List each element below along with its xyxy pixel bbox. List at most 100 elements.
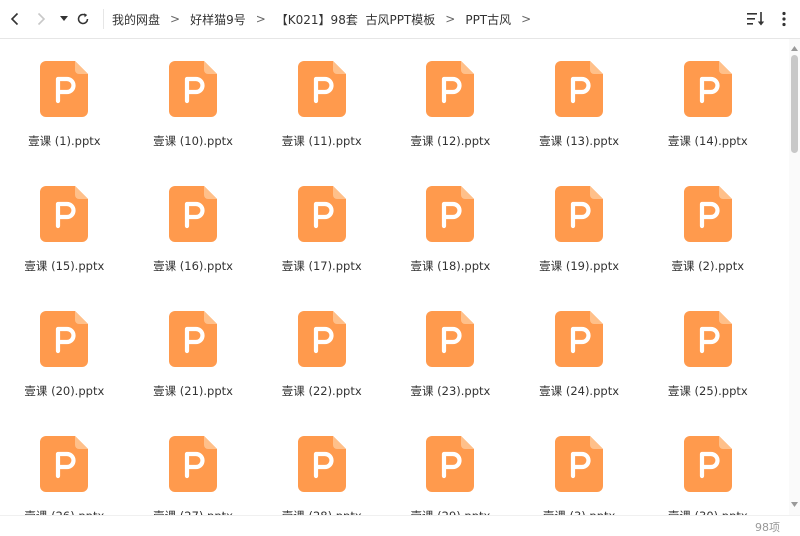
pptx-file-icon xyxy=(555,61,604,117)
pptx-file-icon xyxy=(426,61,475,117)
pptx-file-icon xyxy=(169,186,218,242)
file-name: 壹课 (1).pptx xyxy=(28,134,101,148)
file-name: 壹课 (25).pptx xyxy=(667,384,748,398)
file-item[interactable]: 壹课 (26).pptx xyxy=(0,414,129,515)
caret-down-icon xyxy=(60,16,68,21)
pptx-file-icon xyxy=(297,186,346,242)
file-item[interactable]: 壹课 (22).pptx xyxy=(257,289,386,414)
item-count: 98项 xyxy=(755,521,780,534)
file-item[interactable]: 壹课 (15).pptx xyxy=(0,164,129,289)
breadcrumb-separator: > xyxy=(170,12,181,26)
caret-up-icon xyxy=(791,46,798,51)
breadcrumb-item-current[interactable]: PPT古风 xyxy=(465,11,511,28)
scroll-up-button[interactable] xyxy=(790,44,799,53)
breadcrumb-separator: > xyxy=(521,12,532,26)
pptx-file-icon xyxy=(683,436,732,492)
pptx-file-icon xyxy=(169,311,218,367)
pptx-file-icon xyxy=(40,436,89,492)
file-item[interactable]: 壹课 (20).pptx xyxy=(0,289,129,414)
refresh-button[interactable] xyxy=(75,8,91,30)
pptx-file-icon xyxy=(683,61,732,117)
history-dropdown-button[interactable] xyxy=(58,8,70,30)
chevron-left-icon xyxy=(10,12,19,26)
file-item[interactable]: 壹课 (11).pptx xyxy=(257,39,386,164)
file-item[interactable]: 壹课 (28).pptx xyxy=(257,414,386,515)
file-name: 壹课 (19).pptx xyxy=(539,259,620,273)
pptx-file-icon xyxy=(555,186,604,242)
pptx-file-icon xyxy=(297,436,346,492)
chevron-right-icon xyxy=(37,12,46,26)
caret-down-icon xyxy=(791,502,798,507)
file-item[interactable]: 壹课 (17).pptx xyxy=(257,164,386,289)
file-name: 壹课 (21).pptx xyxy=(153,384,233,398)
file-name: 壹课 (18).pptx xyxy=(410,259,491,273)
file-item[interactable]: 壹课 (27).pptx xyxy=(129,414,258,515)
file-name: 壹课 (28).pptx xyxy=(282,508,362,515)
file-name: 壹课 (24).pptx xyxy=(539,384,620,398)
file-name: 壹课 (23).pptx xyxy=(410,384,491,398)
toolbar-divider xyxy=(103,9,104,29)
toolbar: 我的网盘 > 好样猫9号 > 【K021】98套 古风PPT模板 > PPT古风… xyxy=(0,0,800,39)
file-name: 壹课 (26).pptx xyxy=(24,508,104,515)
pptx-file-icon xyxy=(40,186,89,242)
file-item[interactable]: 壹课 (10).pptx xyxy=(129,39,258,164)
pptx-file-icon xyxy=(169,436,218,492)
more-vertical-icon xyxy=(782,11,786,27)
file-name: 壹课 (13).pptx xyxy=(539,134,620,148)
sort-icon xyxy=(747,12,765,26)
file-item[interactable]: 壹课 (18).pptx xyxy=(386,164,515,289)
pptx-file-icon xyxy=(426,186,475,242)
file-grid: 壹课 (1).pptx 壹课 (10).pptx 壹课 (11).pptx 壹课 (1… xyxy=(0,39,788,515)
file-name: 壹课 (10).pptx xyxy=(153,134,233,148)
file-name: 壹课 (2).pptx xyxy=(671,259,745,273)
breadcrumb-separator: > xyxy=(445,12,456,26)
pptx-file-icon xyxy=(426,436,475,492)
file-item[interactable]: 壹课 (3).pptx xyxy=(515,414,644,515)
file-item[interactable]: 壹课 (14).pptx xyxy=(643,39,772,164)
pptx-file-icon xyxy=(683,311,732,367)
file-name: 壹课 (29).pptx xyxy=(410,508,490,515)
pptx-file-icon xyxy=(297,311,346,367)
file-name: 壹课 (20).pptx xyxy=(24,384,105,398)
file-name: 壹课 (17).pptx xyxy=(281,259,362,273)
file-name: 壹课 (12).pptx xyxy=(410,134,491,148)
file-item[interactable]: 壹课 (29).pptx xyxy=(386,414,515,515)
breadcrumb-item-template-folder[interactable]: 【K021】98套 古风PPT模板 xyxy=(276,11,435,28)
pptx-file-icon xyxy=(555,436,604,492)
file-item[interactable]: 壹课 (16).pptx xyxy=(129,164,258,289)
file-grid-viewport: 壹课 (1).pptx 壹课 (10).pptx 壹课 (11).pptx 壹课 (1… xyxy=(0,39,788,515)
back-button[interactable] xyxy=(8,8,22,30)
file-item[interactable]: 壹课 (21).pptx xyxy=(129,289,258,414)
breadcrumb-item-root[interactable]: 我的网盘 xyxy=(112,11,160,28)
scrollbar-thumb[interactable] xyxy=(791,55,798,153)
pptx-file-icon xyxy=(683,186,732,242)
status-bar: 98项 xyxy=(0,515,800,536)
breadcrumb-item-folder[interactable]: 好样猫9号 xyxy=(190,11,246,28)
file-item[interactable]: 壹课 (2).pptx xyxy=(643,164,772,289)
file-item[interactable]: 壹课 (12).pptx xyxy=(386,39,515,164)
pptx-file-icon xyxy=(297,61,346,117)
file-item[interactable]: 壹课 (19).pptx xyxy=(515,164,644,289)
file-item[interactable]: 壹课 (1).pptx xyxy=(0,39,129,164)
file-item[interactable]: 壹课 (13).pptx xyxy=(515,39,644,164)
file-name: 壹课 (15).pptx xyxy=(24,259,105,273)
file-name: 壹课 (22).pptx xyxy=(281,384,362,398)
file-item[interactable]: 壹课 (25).pptx xyxy=(643,289,772,414)
file-item[interactable]: 壹课 (24).pptx xyxy=(515,289,644,414)
forward-button[interactable] xyxy=(34,8,48,30)
file-name: 壹课 (3).pptx xyxy=(543,508,616,515)
more-options-button[interactable] xyxy=(775,10,793,28)
pptx-file-icon xyxy=(555,311,604,367)
file-name: 壹课 (30).pptx xyxy=(668,508,748,515)
scroll-down-button[interactable] xyxy=(790,500,799,509)
sort-button[interactable] xyxy=(746,10,766,28)
pptx-file-icon xyxy=(40,311,89,367)
file-name: 壹课 (16).pptx xyxy=(153,259,233,273)
file-name: 壹课 (27).pptx xyxy=(153,508,233,515)
breadcrumb: 我的网盘 > 好样猫9号 > 【K021】98套 古风PPT模板 > PPT古风… xyxy=(112,0,541,38)
refresh-icon xyxy=(77,13,89,25)
file-item[interactable]: 壹课 (23).pptx xyxy=(386,289,515,414)
file-item[interactable]: 壹课 (30).pptx xyxy=(643,414,772,515)
pptx-file-icon xyxy=(426,311,475,367)
file-name: 壹课 (11).pptx xyxy=(281,134,362,148)
